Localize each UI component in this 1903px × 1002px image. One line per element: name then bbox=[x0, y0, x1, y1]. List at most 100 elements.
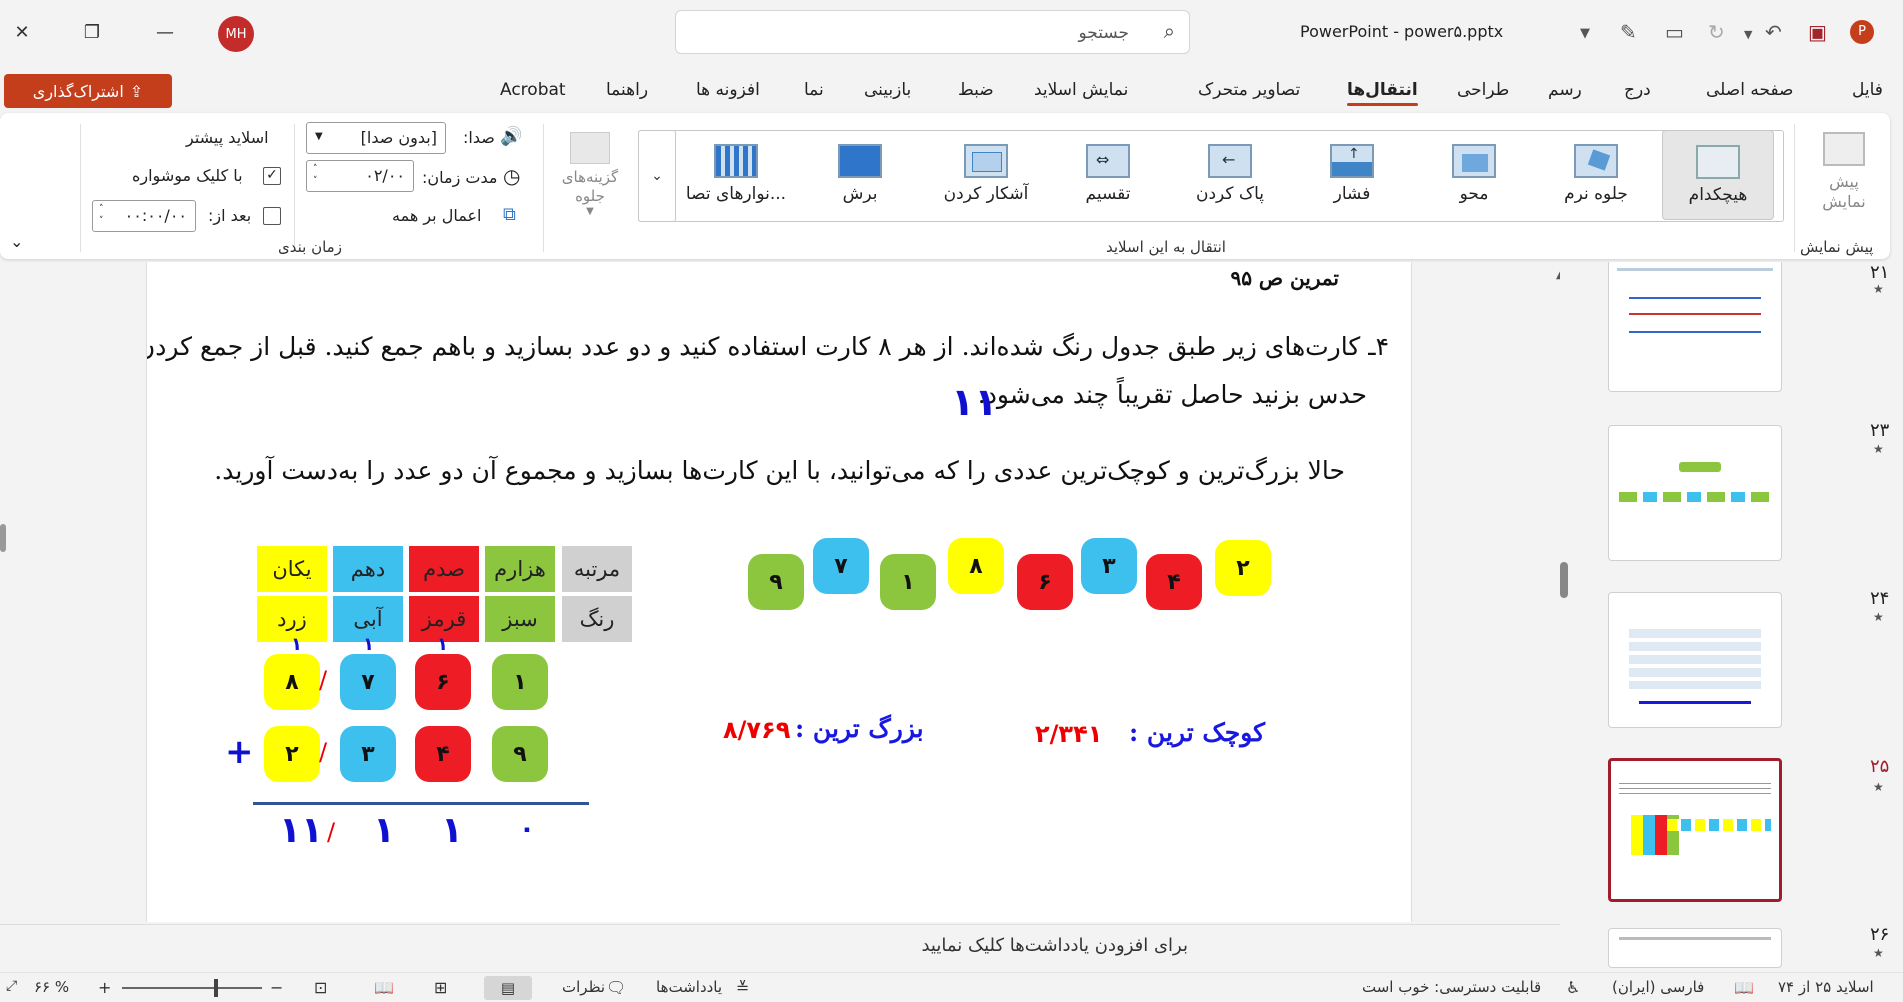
minimize-window-icon[interactable]: — bbox=[147, 14, 183, 50]
transition-morph-icon bbox=[1574, 144, 1618, 178]
tab-home[interactable]: صفحه اصلی bbox=[1706, 80, 1793, 100]
group-label-preview: پیش نمایش bbox=[1800, 238, 1874, 256]
share-icon: ⇪ bbox=[129, 81, 144, 101]
sound-select[interactable]: [بدون صدا] ▼ bbox=[306, 122, 446, 154]
left-scroll-marker bbox=[0, 524, 6, 552]
zoom-out-icon[interactable]: − bbox=[270, 978, 283, 997]
tab-record[interactable]: ضبط bbox=[958, 80, 994, 100]
transition-morph[interactable]: جلوه نرم bbox=[1540, 130, 1652, 220]
star-icon: ★ bbox=[1873, 610, 1884, 624]
table-cell: سبز bbox=[485, 596, 555, 642]
transition-label: فشار bbox=[1333, 184, 1371, 204]
title-dropdown-icon[interactable]: ▼ bbox=[1580, 26, 1590, 41]
sum-line bbox=[253, 802, 589, 805]
tab-draw[interactable]: رسم bbox=[1548, 80, 1582, 100]
after-checkbox[interactable] bbox=[263, 207, 281, 225]
transition-push[interactable]: ↑ فشار bbox=[1296, 130, 1408, 220]
transition-cut[interactable]: برش bbox=[804, 130, 916, 220]
tab-transitions[interactable]: انتقال‌ها bbox=[1347, 80, 1418, 106]
duration-label: مدت زمان: bbox=[422, 168, 498, 187]
avatar[interactable]: MH bbox=[218, 16, 254, 52]
tab-design[interactable]: طراحی bbox=[1457, 80, 1509, 100]
tab-acrobat[interactable]: Acrobat bbox=[500, 80, 566, 100]
table-header-cell: دهم bbox=[333, 546, 403, 592]
zoom-slider-thumb[interactable] bbox=[214, 979, 218, 997]
undo-icon[interactable]: ↶ bbox=[1765, 20, 1782, 44]
transition-wipe[interactable]: ← پاک کردن bbox=[1174, 130, 1286, 220]
slide-thumbnail[interactable] bbox=[1608, 592, 1782, 728]
spinner-arrows-icon: ˄ ˅ bbox=[313, 164, 318, 186]
close-window-icon[interactable]: ✕ bbox=[4, 14, 40, 50]
transition-reveal-icon bbox=[964, 144, 1008, 178]
sum-card: ۲ bbox=[264, 726, 320, 782]
status-bar: اسلاید ۲۵ از ۷۴ 📖 فارسی (ایران) قابلیت د… bbox=[0, 972, 1903, 1002]
tab-insert[interactable]: درج bbox=[1624, 80, 1651, 100]
sound-value: [بدون صدا] bbox=[360, 128, 437, 147]
redo-icon[interactable]: ↻ bbox=[1708, 20, 1725, 44]
comments-toggle-button[interactable]: نظرات bbox=[562, 978, 605, 996]
duration-value: ۰۲/۰۰ bbox=[365, 166, 405, 185]
notes-pane[interactable]: برای افزودن یادداشت‌ها کلیک نمایید bbox=[0, 924, 1560, 964]
transition-fade[interactable]: محو bbox=[1418, 130, 1530, 220]
result-decimal-mark: / bbox=[327, 818, 336, 846]
transition-split[interactable]: ⇔ تقسیم bbox=[1052, 130, 1164, 220]
slide-heading: تمرین ص ۹۵ bbox=[1230, 266, 1339, 290]
slide-sorter-icon[interactable]: ⊞ bbox=[434, 978, 447, 997]
slide-thumbnail-current[interactable] bbox=[1608, 758, 1782, 902]
tab-view[interactable]: نما bbox=[804, 80, 824, 100]
sound-icon: 🔊 bbox=[500, 126, 523, 147]
number-card: ۷ bbox=[813, 538, 869, 594]
slideshow-view-icon[interactable]: ⊡ bbox=[314, 978, 327, 997]
tab-slideshow[interactable]: نمایش اسلاید bbox=[1034, 80, 1128, 100]
preview-button[interactable]: پیش نمایش bbox=[1808, 128, 1880, 212]
largest-value: ۸/۷۶۹ bbox=[723, 716, 791, 744]
zoom-slider[interactable] bbox=[122, 987, 262, 989]
present-icon[interactable]: ▭ bbox=[1665, 20, 1684, 44]
transition-blinds[interactable]: نوارهای تصا... bbox=[680, 130, 792, 220]
slide-canvas[interactable]: تمرین ص ۹۵ ۴ـ کارت‌های زیر طبق جدول رنگ … bbox=[146, 262, 1412, 922]
edit-icon[interactable]: ✎ bbox=[1620, 20, 1637, 44]
group-label-transitions: انتقال به این اسلاید bbox=[1106, 238, 1226, 256]
language-indicator[interactable]: فارسی (ایران) bbox=[1612, 978, 1704, 996]
zoom-level[interactable]: ۶۶ % bbox=[34, 978, 69, 996]
thumbnail-scrollbar-thumb[interactable] bbox=[1560, 562, 1568, 598]
transition-cut-icon bbox=[838, 144, 882, 178]
restore-window-icon[interactable]: ❐ bbox=[74, 14, 110, 50]
on-click-checkbox[interactable]: ✓ bbox=[263, 167, 281, 185]
tab-help[interactable]: راهنما bbox=[606, 80, 648, 100]
slide-line-1: ۴ـ کارت‌های زیر طبق جدول رنگ شده‌اند. از… bbox=[146, 332, 1389, 361]
effect-options-button[interactable]: گزینه‌های جلوه ▼ bbox=[552, 128, 628, 217]
redo-dropdown-icon[interactable]: ▼ bbox=[1744, 28, 1752, 41]
apply-all-button[interactable]: اعمال بر همه bbox=[392, 206, 481, 225]
decimal-mark: / bbox=[319, 666, 328, 694]
tab-addins[interactable]: افزونه ها bbox=[696, 80, 760, 100]
collapse-ribbon-icon[interactable]: ⌄ bbox=[10, 232, 23, 251]
transition-none[interactable]: هیچکدام bbox=[1662, 130, 1774, 220]
normal-view-icon[interactable]: ▤ bbox=[484, 976, 532, 1000]
slide-thumbnail[interactable] bbox=[1608, 262, 1782, 392]
slide-thumbnail[interactable] bbox=[1608, 928, 1782, 968]
smallest-label: کوچک ترین : bbox=[1129, 718, 1266, 747]
duration-spinner[interactable]: ۰۲/۰۰ ˄ ˅ bbox=[306, 160, 414, 192]
powerpoint-logo-icon: P bbox=[1850, 20, 1874, 44]
tab-review[interactable]: بازبینی bbox=[864, 80, 911, 100]
transition-label: پاک کردن bbox=[1195, 184, 1265, 204]
after-time-spinner[interactable]: ۰۰:۰۰/۰۰ ˄ ˅ bbox=[92, 200, 196, 232]
share-button[interactable]: اشتراک‌گذاری ⇪ bbox=[4, 74, 172, 108]
transition-reveal[interactable]: آشکار کردن bbox=[930, 130, 1042, 220]
plus-sign: + bbox=[225, 732, 254, 772]
spell-check-icon[interactable]: 📖 bbox=[1734, 978, 1754, 997]
gallery-more-button[interactable]: ⌄ bbox=[638, 130, 676, 222]
accessibility-status[interactable]: قابلیت دسترسی: خوب است bbox=[1362, 978, 1541, 996]
reading-view-icon[interactable]: 📖 bbox=[374, 978, 394, 997]
search-input[interactable]: جستجو ⌕ bbox=[675, 10, 1190, 54]
zoom-in-icon[interactable]: + bbox=[98, 978, 111, 997]
notes-toggle-button[interactable]: یادداشت‌ها bbox=[656, 978, 722, 996]
slide-thumbnail[interactable] bbox=[1608, 425, 1782, 561]
save-icon[interactable]: ▣ bbox=[1808, 20, 1827, 44]
fit-slide-icon[interactable]: ⤢ bbox=[6, 978, 17, 994]
notes-icon: ≚ bbox=[736, 978, 750, 997]
tab-animations[interactable]: تصاویر متحرک bbox=[1198, 80, 1300, 100]
number-card: ۴ bbox=[1146, 554, 1202, 610]
tab-file[interactable]: فایل bbox=[1852, 80, 1883, 100]
